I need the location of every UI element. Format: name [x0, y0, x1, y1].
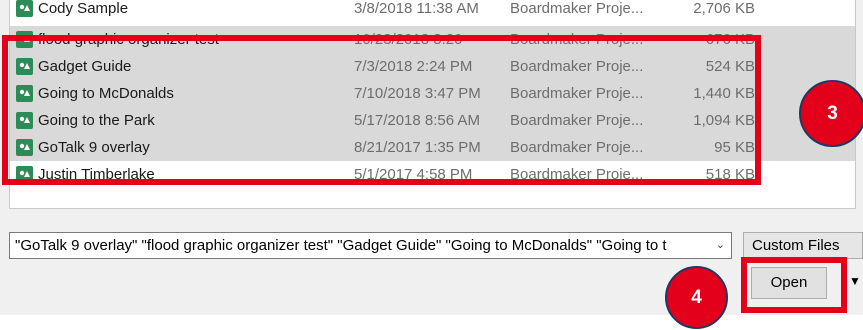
file-size: 2,706 KB: [693, 0, 755, 17]
filename-input[interactable]: "GoTalk 9 overlay" "flood graphic organi…: [9, 232, 732, 259]
file-row[interactable]: Cody Sample 3/8/2018 11:38 AM Boardmaker P…: [10, 0, 855, 22]
file-name: Cody Sample: [38, 0, 129, 17]
open-button-highlight-box: [741, 257, 847, 313]
boardmaker-file-icon: [16, 0, 33, 17]
file-type: Boardmaker Proje...: [510, 0, 644, 17]
filename-value: "GoTalk 9 overlay" "flood graphic organi…: [15, 237, 667, 254]
step-3-callout: 3: [799, 80, 863, 147]
file-type-select[interactable]: Custom Files: [743, 232, 863, 259]
file-date: 3/8/2018 11:38 AM: [354, 0, 479, 17]
selection-highlight-box: [2, 35, 761, 185]
step-4-callout: 4: [665, 266, 728, 329]
open-dropdown-arrow-icon[interactable]: ▼: [849, 274, 861, 288]
chevron-down-icon[interactable]: ⌄: [716, 233, 725, 258]
